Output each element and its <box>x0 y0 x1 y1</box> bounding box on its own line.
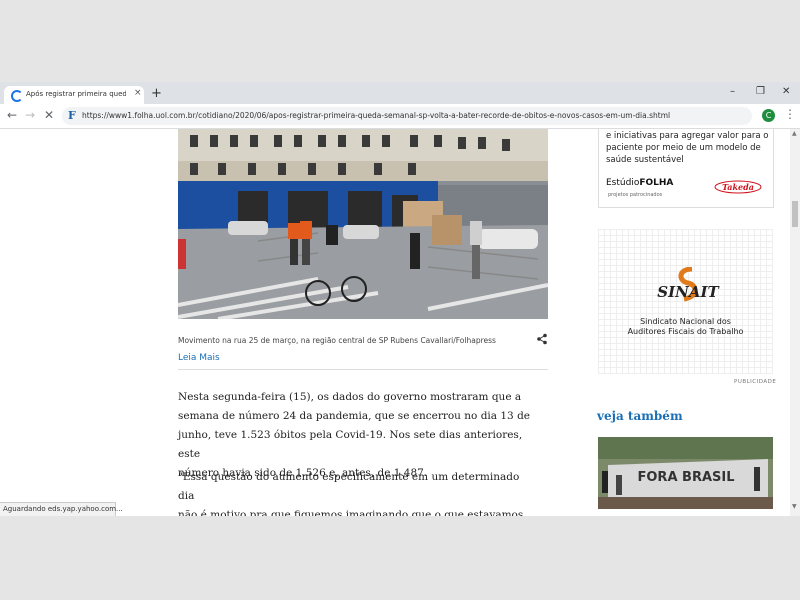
ad-text-line: e iniciativas para agregar valor para o <box>606 131 769 141</box>
paragraph-line: Nesta segunda-feira (15), os dados do go… <box>178 391 522 403</box>
maximize-button[interactable]: ❐ <box>756 86 765 97</box>
status-bar: Aguardando eds.yap.yahoo.com... <box>0 502 123 516</box>
sinait-line-1: Sindicato Nacional dos <box>640 317 731 326</box>
stop-loading-button[interactable]: ✕ <box>44 108 54 122</box>
loading-spinner-icon <box>11 90 23 102</box>
graffiti-text: FORA BRASIL <box>638 470 735 485</box>
tab-active[interactable]: Após registrar primeira queda se × <box>4 86 144 104</box>
close-window-button[interactable]: ✕ <box>782 86 790 97</box>
leia-mais-link[interactable]: Leia Mais <box>178 353 220 363</box>
scroll-up-arrow-icon[interactable]: ▲ <box>792 130 797 137</box>
projetos-patrocinados-label: projetos patrocinados <box>608 192 663 198</box>
tab-title: Após registrar primeira queda se <box>26 90 126 98</box>
graffiti-photo: FORA BRASIL <box>598 437 773 509</box>
share-icon[interactable] <box>536 333 548 345</box>
browser-window: Após registrar primeira queda se × + – ❐… <box>0 82 800 516</box>
sinait-ad-banner[interactable]: SINAIT Sindicato Nacional dos Auditores … <box>598 229 773 374</box>
sponsored-ad-estudio-folha[interactable]: e iniciativas para agregar valor para o … <box>598 129 774 208</box>
profile-avatar[interactable]: C <box>762 109 775 122</box>
takeda-text: Takeda <box>722 182 754 192</box>
article-paragraph: "Essa questão do aumento especificamente… <box>178 468 538 516</box>
browser-menu-icon[interactable]: ⋮ <box>784 107 796 121</box>
street-scene-image <box>178 129 548 319</box>
forward-button[interactable]: → <box>25 108 35 122</box>
address-bar[interactable]: F https://www1.folha.uol.com.br/cotidian… <box>62 107 752 125</box>
sinait-logo-text: SINAIT <box>657 283 720 301</box>
paragraph-line: "Essa questão do aumento especificamente… <box>178 471 520 502</box>
article-photo <box>178 129 548 319</box>
sinait-logo: SINAIT <box>657 267 721 302</box>
tab-strip: Após registrar primeira queda se × + – ❐… <box>0 82 800 104</box>
scroll-down-arrow-icon[interactable]: ▼ <box>792 503 797 510</box>
scrollbar-thumb[interactable] <box>792 201 798 227</box>
estudio-brand-b: FOLHA <box>639 178 674 188</box>
veja-tambem-heading: veja também <box>597 409 683 423</box>
ad-text-line: paciente por meio de um modelo de <box>606 143 761 153</box>
ad-text-line: saúde sustentável <box>606 155 684 165</box>
estudio-brand-a: Estúdio <box>606 178 640 188</box>
paragraph-line: semana de número 24 da pandemia, que se … <box>178 410 531 422</box>
paragraph-line: não é motivo pra que fiquemos imaginando… <box>178 509 524 516</box>
takeda-logo: Takeda <box>714 180 762 194</box>
photo-caption: Movimento na rua 25 de março, na região … <box>178 336 496 345</box>
new-tab-button[interactable]: + <box>151 86 162 101</box>
sinait-line-2: Auditores Fiscais do Trabalho <box>627 327 744 336</box>
back-button[interactable]: ← <box>7 108 17 122</box>
page-content: Movimento na rua 25 de março, na região … <box>0 129 790 516</box>
browser-toolbar: ← → ✕ F https://www1.folha.uol.com.br/co… <box>0 104 800 129</box>
paragraph-line: junho, teve 1.523 óbitos pela Covid-19. … <box>178 429 523 460</box>
caption-divider <box>178 369 548 370</box>
url-text[interactable]: https://www1.folha.uol.com.br/cotidiano/… <box>82 111 670 120</box>
publicidade-label: PUBLICIDADE <box>734 379 777 385</box>
site-favicon-icon: F <box>68 109 76 122</box>
tab-close-button[interactable]: × <box>134 88 142 98</box>
page-scrollbar[interactable]: ▲ ▼ <box>790 129 800 516</box>
minimize-button[interactable]: – <box>730 86 735 97</box>
estudio-folha-logo: EstúdioFOLHA <box>606 178 673 188</box>
related-article-thumbnail[interactable]: FORA BRASIL <box>598 437 773 509</box>
